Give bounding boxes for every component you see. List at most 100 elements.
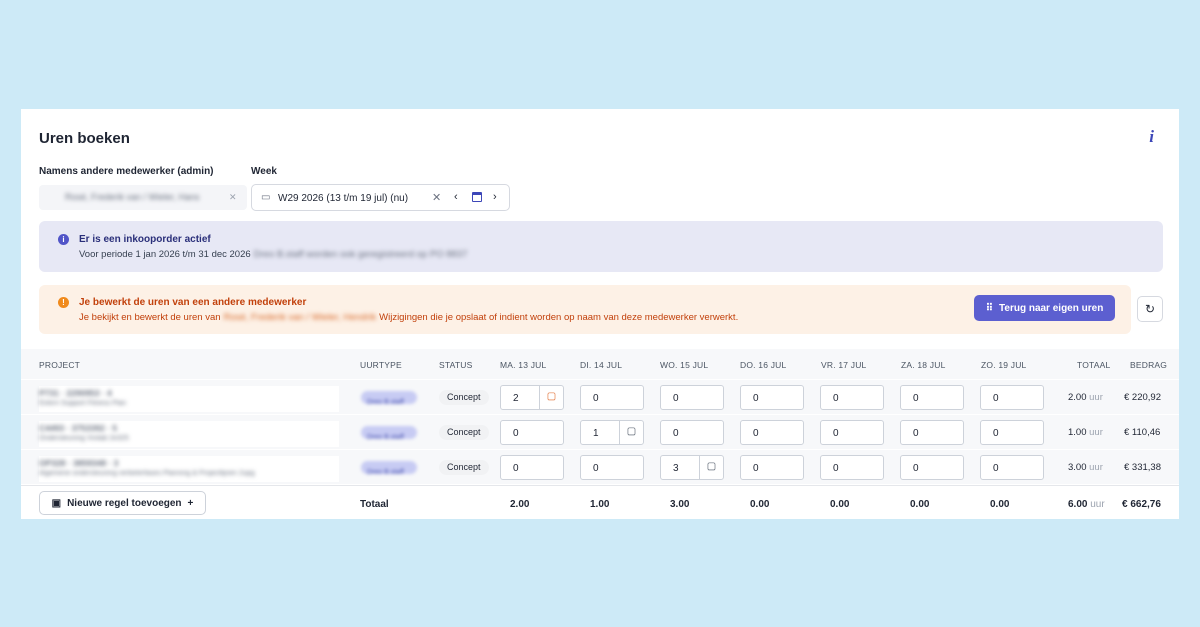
other-employee-warning: ! Je bewerkt de uren van een andere mede…: [39, 285, 1131, 334]
hours-value: 0: [673, 428, 679, 439]
project-code: OP328 · 3859348 · 3: [39, 458, 119, 468]
status-badge: Concept: [439, 460, 489, 475]
col-project: PROJECT: [39, 360, 81, 370]
hours-input-day-1[interactable]: 0: [500, 455, 564, 480]
col-bedrag: BEDRAG: [1130, 360, 1168, 370]
redacted-text: Dreo B.staff worden ook geregistreerd op…: [253, 249, 468, 260]
col-status: STATUS: [439, 360, 473, 370]
hours-value: 2: [513, 393, 519, 404]
add-row-button[interactable]: ▣ Nieuwe regel toevoegen +: [39, 491, 206, 515]
chevron-right-icon[interactable]: ›: [493, 191, 497, 203]
comment-icon[interactable]: ▢: [539, 386, 563, 409]
today-calendar-icon[interactable]: [472, 192, 482, 202]
copy-icon: ▣: [51, 497, 62, 509]
grand-total: 6.00 uur: [1068, 499, 1105, 510]
comment-icon[interactable]: ▢: [619, 421, 643, 444]
row-total: 2.00 uur: [1068, 392, 1103, 403]
project-cell[interactable]: P731 · 2290953 · 4 Extern Support Fitnes…: [39, 386, 339, 412]
info-circle-icon: i: [58, 234, 69, 245]
col-day-3: WO. 15 JUL: [660, 360, 709, 370]
project-cell[interactable]: OP328 · 3859348 · 3 Algemene ondersteuni…: [39, 456, 339, 482]
comment-icon[interactable]: ▢: [699, 456, 723, 479]
hour-type-badge: Dreo B.staff: [361, 426, 417, 441]
hours-value: 0: [513, 428, 519, 439]
col-day-4: DO. 16 JUL: [740, 360, 787, 370]
banner-title: Er is een inkooporder actief: [79, 234, 211, 245]
hours-value: 0: [913, 463, 919, 474]
hours-input-day-5[interactable]: 0: [820, 385, 884, 410]
hours-value: 0: [593, 393, 599, 404]
refresh-button[interactable]: ↻: [1137, 296, 1163, 322]
users-icon: ⠿: [985, 302, 994, 314]
hours-value: 0: [993, 393, 999, 404]
chevron-left-icon[interactable]: ‹: [454, 191, 458, 203]
hours-value: 0: [753, 428, 759, 439]
day-total-4: 0.00: [750, 499, 770, 510]
week-label: Week: [251, 166, 277, 177]
hour-type-badge: Dreo B.staff: [361, 461, 417, 476]
table-row: OP328 · 3859348 · 3 Algemene ondersteuni…: [21, 449, 1179, 484]
hours-value: 0: [753, 463, 759, 474]
back-button-label: Terug naar eigen uren: [999, 302, 1104, 314]
back-to-own-hours-button[interactable]: ⠿ Terug naar eigen uren: [974, 295, 1115, 321]
employee-label: Namens andere medewerker (admin): [39, 166, 214, 177]
hours-input-day-5[interactable]: 0: [820, 455, 884, 480]
status-badge: Concept: [439, 390, 489, 405]
page-title: Uren boeken: [39, 130, 130, 147]
hours-input-day-1[interactable]: 0: [500, 420, 564, 445]
hours-input-day-6[interactable]: 0: [900, 385, 964, 410]
status-badge: Concept: [439, 425, 489, 440]
hours-input-day-1[interactable]: 2 ▢: [500, 385, 564, 410]
hours-input-day-7[interactable]: 0: [980, 385, 1044, 410]
clear-icon[interactable]: ✕: [229, 192, 237, 203]
redacted-name: Rosé, Frederik van / Wieler, Hendrik: [223, 312, 377, 323]
project-description: Ondersteuning Vivilab 2e325: [39, 435, 129, 442]
hours-input-day-2[interactable]: 0: [580, 455, 644, 480]
row-amount: € 110,46: [1124, 427, 1161, 438]
hours-input-day-5[interactable]: 0: [820, 420, 884, 445]
timesheet-card: Uren boeken i Namens andere medewerker (…: [21, 109, 1179, 519]
hours-value: 0: [993, 463, 999, 474]
employee-select[interactable]: Rosé, Frederik van / Wieler, Hans ✕: [39, 185, 247, 210]
clear-icon[interactable]: ✕: [432, 191, 441, 204]
day-total-1: 2.00: [510, 499, 530, 510]
employee-value: Rosé, Frederik van / Wieler, Hans: [65, 192, 200, 202]
grand-amount: € 662,76: [1122, 499, 1161, 510]
project-description: Algemene ondersteuning verbeterfases Pla…: [39, 470, 255, 477]
hours-input-day-6[interactable]: 0: [900, 455, 964, 480]
hours-input-day-3[interactable]: 0: [660, 420, 724, 445]
col-totaal: TOTAAL: [1077, 360, 1111, 370]
week-picker[interactable]: ▭ W29 2026 (13 t/m 19 jul) (nu) ✕ ‹ ›: [251, 184, 510, 211]
week-value: W29 2026 (13 t/m 19 jul) (nu): [278, 193, 409, 204]
hours-input-day-7[interactable]: 0: [980, 420, 1044, 445]
hours-value: 0: [833, 463, 839, 474]
hours-input-day-3[interactable]: 3 ▢: [660, 455, 724, 480]
day-total-3: 3.00: [670, 499, 690, 510]
info-icon[interactable]: i: [1149, 127, 1154, 147]
col-day-2: DI. 14 JUL: [580, 360, 623, 370]
hours-input-day-4[interactable]: 0: [740, 455, 804, 480]
hours-input-day-4[interactable]: 0: [740, 385, 804, 410]
day-total-2: 1.00: [590, 499, 610, 510]
hours-input-day-7[interactable]: 0: [980, 455, 1044, 480]
col-day-7: ZO. 19 JUL: [981, 360, 1027, 370]
row-total: 3.00 uur: [1068, 462, 1103, 473]
hours-input-day-4[interactable]: 0: [740, 420, 804, 445]
plus-icon: +: [187, 497, 194, 509]
row-amount: € 220,92: [1124, 392, 1161, 403]
total-label: Totaal: [360, 499, 389, 510]
hours-input-day-2[interactable]: 1 ▢: [580, 420, 644, 445]
project-cell[interactable]: C4493 · 3753392 · 5 Ondersteuning Vivila…: [39, 421, 339, 447]
hours-value: 0: [833, 428, 839, 439]
hours-input-day-3[interactable]: 0: [660, 385, 724, 410]
table-row: C4493 · 3753392 · 5 Ondersteuning Vivila…: [21, 414, 1179, 449]
hours-input-day-6[interactable]: 0: [900, 420, 964, 445]
hours-value: 3: [673, 463, 679, 474]
hour-type-badge: Dreo B.staff: [361, 391, 417, 406]
project-description: Extern Support Fitness Plan: [39, 400, 127, 407]
hours-value: 0: [593, 463, 599, 474]
warning-circle-icon: !: [58, 297, 69, 308]
day-total-6: 0.00: [910, 499, 930, 510]
day-total-7: 0.00: [990, 499, 1010, 510]
hours-input-day-2[interactable]: 0: [580, 385, 644, 410]
